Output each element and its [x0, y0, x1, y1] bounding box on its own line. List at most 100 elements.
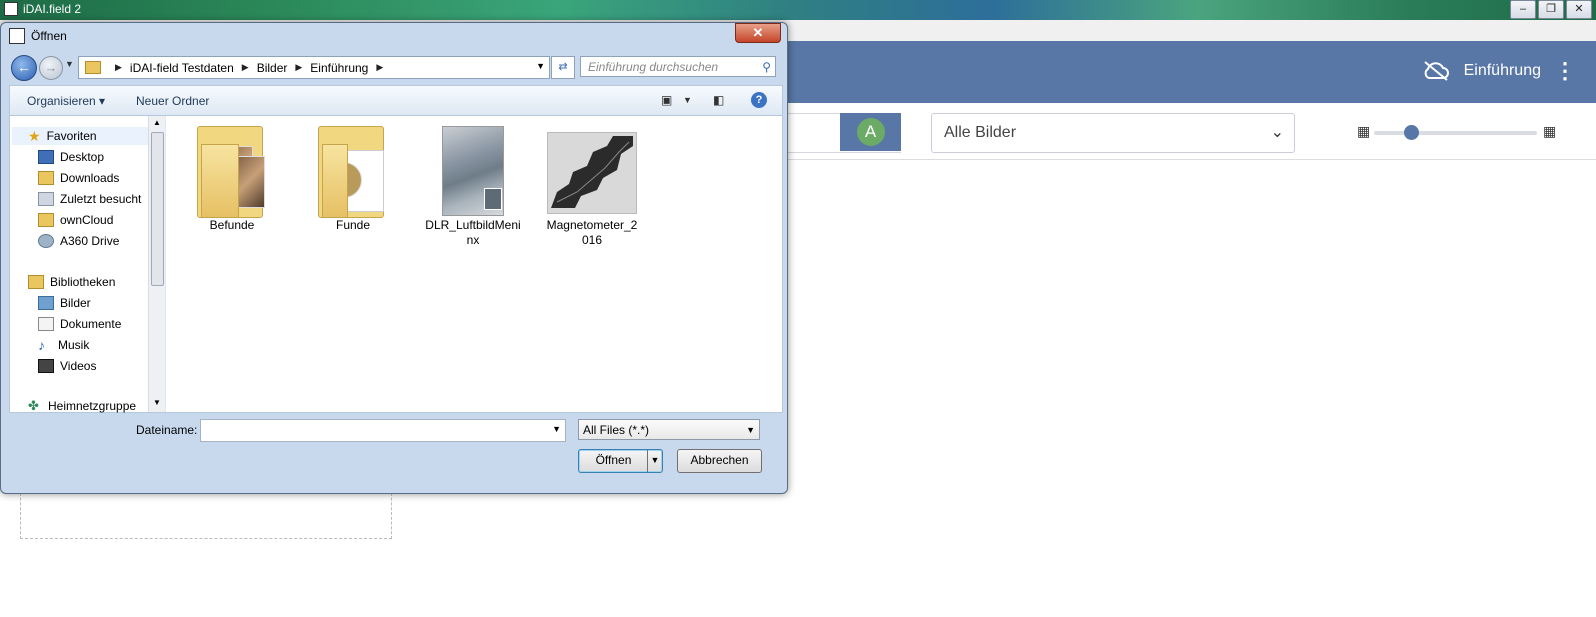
dialog-titlebar: Öffnen: [9, 28, 67, 44]
dialog-close-button[interactable]: ✕: [735, 23, 781, 43]
nav-label: Heimnetzgruppe: [48, 399, 137, 413]
nav-label: Videos: [60, 359, 97, 373]
breadcrumb-item[interactable]: iDAI-field Testdaten: [130, 61, 234, 75]
filename-label: Dateiname:: [136, 423, 198, 437]
nav-item-desktop[interactable]: Desktop: [38, 148, 104, 166]
address-dropdown-icon[interactable]: ▼: [536, 61, 545, 71]
filter-button[interactable]: A: [840, 113, 901, 151]
file-name: Befunde: [209, 218, 255, 232]
file-name: Magnetometer_2016: [546, 218, 638, 247]
dialog-app-icon: [9, 28, 25, 44]
nav-item-recent[interactable]: Zuletzt besucht: [38, 190, 141, 208]
navigation-pane: ★ Favoriten Desktop Downloads Zuletzt be…: [10, 116, 148, 413]
drop-zone[interactable]: [20, 488, 392, 539]
breadcrumb-separator-icon[interactable]: ▶: [242, 62, 249, 73]
folder-icon: [197, 126, 267, 218]
more-menu-icon[interactable]: ⋮: [1554, 60, 1576, 82]
help-icon[interactable]: ?: [751, 92, 767, 108]
filetype-select[interactable]: All Files (*.*) ▼: [578, 419, 760, 440]
nav-label: Bibliotheken: [50, 275, 116, 289]
address-bar[interactable]: ▶ iDAI-field Testdaten ▶ Bilder ▶ Einfüh…: [78, 56, 550, 79]
breadcrumb-item[interactable]: Einführung: [310, 61, 368, 75]
nav-label: Dokumente: [60, 317, 122, 331]
cancel-button[interactable]: Abbrechen: [677, 449, 762, 473]
file-name: DLR_LuftbildMeninx: [425, 218, 521, 247]
minimize-icon[interactable]: –: [1510, 0, 1536, 19]
nav-item-pictures[interactable]: Bilder: [38, 294, 91, 312]
breadcrumb-item[interactable]: Bilder: [257, 61, 288, 75]
file-item-dlr-luftbild[interactable]: DLR_LuftbildMeninx: [425, 126, 521, 248]
filetype-value: All Files (*.*): [583, 423, 650, 437]
restore-icon[interactable]: ❐: [1538, 0, 1564, 19]
dialog-footer: Dateiname: ▼ All Files (*.*) ▼ Öffnen ▼ …: [9, 413, 781, 485]
nav-label: Zuletzt besucht: [60, 192, 142, 206]
organize-button[interactable]: Organisieren ▾: [27, 94, 105, 108]
filetype-dropdown-icon: ▼: [746, 425, 755, 435]
magnetometer-image-thumbnail: [547, 126, 637, 214]
cloud-drive-icon: [38, 234, 54, 248]
zoom-slider[interactable]: [1374, 125, 1537, 140]
nav-label: ownCloud: [60, 213, 114, 227]
desktop-icon: [38, 150, 54, 164]
homegroup-icon: ✤: [28, 398, 39, 413]
view-options-icon[interactable]: ▣: [661, 93, 672, 107]
open-file-dialog: Öffnen ✕ ← → ▼ ▶ iDAI-field Testdaten ▶ …: [0, 22, 788, 494]
nav-item-music[interactable]: ♪ Musik: [38, 336, 89, 354]
app-window-title: iDAI.field 2: [23, 2, 82, 16]
organize-label: Organisieren: [27, 94, 96, 108]
zoom-slider-handle[interactable]: [1404, 125, 1419, 140]
filename-dropdown-icon[interactable]: ▼: [552, 424, 561, 434]
scroll-up-icon[interactable]: ▲: [153, 118, 161, 127]
image-filter-value: Alle Bilder: [944, 124, 1017, 141]
nav-item-owncloud[interactable]: ownCloud: [38, 211, 113, 229]
file-item-funde[interactable]: Funde: [305, 126, 401, 233]
new-folder-button[interactable]: Neuer Ordner: [136, 94, 209, 108]
back-arrow-icon[interactable]: ←: [11, 55, 37, 81]
nav-label: A360 Drive: [60, 234, 120, 248]
owncloud-folder-icon: [38, 213, 54, 227]
folder-icon: [318, 126, 388, 218]
refresh-icon[interactable]: ⇄: [551, 56, 575, 79]
nav-item-videos[interactable]: Videos: [38, 357, 96, 375]
breadcrumb-separator-icon[interactable]: ▶: [295, 62, 302, 73]
dialog-nav-row: ← → ▼ ▶ iDAI-field Testdaten ▶ Bilder ▶ …: [9, 53, 781, 81]
cloud-offline-icon: [1423, 61, 1449, 81]
project-indicator[interactable]: Einführung: [1422, 61, 1541, 81]
forward-arrow-icon[interactable]: →: [39, 56, 63, 80]
filename-input[interactable]: ▼: [200, 419, 566, 442]
scroll-down-icon[interactable]: ▼: [153, 398, 161, 407]
open-split-dropdown-icon[interactable]: ▼: [647, 450, 662, 472]
nav-item-a360[interactable]: A360 Drive: [38, 232, 119, 250]
folder-search-input[interactable]: Einführung durchsuchen ⚲: [580, 56, 776, 77]
breadcrumb-separator-icon[interactable]: ▶: [376, 62, 383, 73]
star-icon: ★: [28, 127, 41, 144]
open-button[interactable]: Öffnen ▼: [578, 449, 663, 473]
nav-label: Musik: [58, 338, 90, 352]
nav-favorites[interactable]: ★ Favoriten: [28, 127, 97, 145]
nav-scrollbar[interactable]: ▲ ▼: [148, 116, 165, 412]
image-filter-select[interactable]: Alle Bilder ⌄: [931, 113, 1295, 153]
preview-pane-icon[interactable]: ◧: [713, 93, 724, 107]
file-item-befunde[interactable]: Befunde: [184, 126, 280, 233]
view-dropdown-icon[interactable]: ▼: [683, 95, 692, 105]
nav-libraries[interactable]: Bibliotheken: [28, 273, 115, 291]
downloads-folder-icon: [38, 171, 54, 185]
nav-label: Bilder: [60, 296, 91, 310]
nav-item-downloads[interactable]: Downloads: [38, 169, 119, 187]
filter-avatar: A: [856, 118, 885, 146]
close-window-icon[interactable]: ✕: [1566, 0, 1592, 19]
scrollbar-thumb[interactable]: [151, 132, 164, 286]
file-item-magnetometer[interactable]: Magnetometer_2016: [544, 126, 640, 248]
nav-item-documents[interactable]: Dokumente: [38, 315, 121, 333]
recent-locations-dropdown-icon[interactable]: ▼: [65, 59, 74, 69]
app-icon: [4, 2, 18, 16]
documents-library-icon: [38, 317, 54, 331]
command-bar: Organisieren ▾ Neuer Ordner ▣ ▼ ◧ ?: [9, 85, 783, 116]
breadcrumb-separator-icon[interactable]: ▶: [115, 62, 122, 73]
project-name: Einführung: [1463, 62, 1541, 79]
large-grid-icon: ▦: [1543, 123, 1557, 139]
file-name: Funde: [335, 218, 371, 232]
search-icon: ⚲: [762, 60, 771, 74]
nav-label: Downloads: [60, 171, 120, 185]
videos-library-icon: [38, 359, 54, 373]
